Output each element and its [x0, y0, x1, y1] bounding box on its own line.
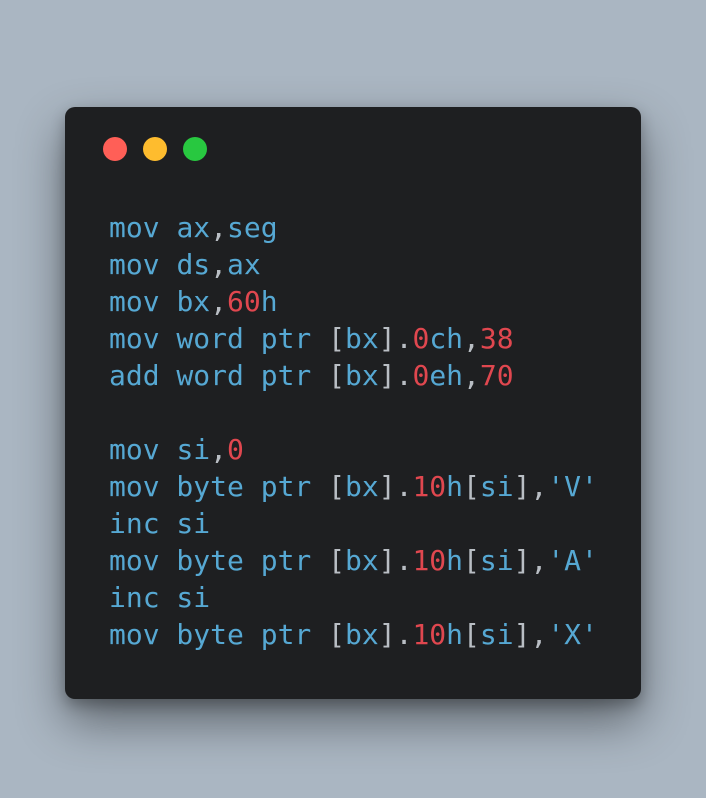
code-token: 0 — [227, 433, 244, 466]
code-token: add word ptr — [109, 359, 329, 392]
code-line: mov byte ptr [bx].10h[si],'A' — [109, 542, 598, 579]
code-token: 'X' — [547, 618, 598, 651]
code-token: seg — [227, 211, 278, 244]
code-token: mov — [109, 211, 177, 244]
code-token: 60 — [227, 285, 261, 318]
code-token: mov byte ptr — [109, 544, 329, 577]
code-token: , — [210, 211, 228, 244]
code-token: ]. — [378, 618, 413, 651]
code-token: 38 — [479, 322, 514, 355]
code-token: ], — [513, 470, 548, 503]
code-token: ]. — [378, 322, 413, 355]
code-token: , — [210, 285, 228, 318]
code-token: inc si — [109, 581, 211, 614]
code-token: 'A' — [547, 544, 598, 577]
code-token: ch — [429, 322, 464, 355]
code-token: 10 — [412, 470, 447, 503]
code-token: si — [479, 544, 514, 577]
code-token: 0 — [412, 359, 430, 392]
code-token: mov word ptr — [109, 322, 329, 355]
close-dot-icon[interactable] — [103, 137, 127, 161]
code-token: , — [463, 359, 480, 392]
code-token: ]. — [378, 470, 413, 503]
code-token: bx — [345, 470, 379, 503]
code-token: ax — [227, 248, 261, 281]
code-line: mov bx,60h — [109, 283, 598, 320]
code-token: [ — [328, 322, 346, 355]
code-token: bx — [345, 322, 379, 355]
code-token: mov — [109, 248, 177, 281]
code-block: mov ax,seg mov ds,ax mov bx,60h mov word pt… — [109, 209, 598, 653]
code-token: si — [479, 470, 514, 503]
code-line: mov word ptr [bx].0ch,38 — [109, 320, 598, 357]
code-token: 70 — [479, 359, 514, 392]
code-token: mov byte ptr — [109, 618, 329, 651]
code-token: 10 — [412, 618, 447, 651]
code-line: inc si — [109, 579, 598, 616]
code-token: mov byte ptr — [109, 470, 329, 503]
code-token: h — [260, 285, 278, 318]
code-line: add word ptr [bx].0eh,70 — [109, 357, 598, 394]
code-token: ]. — [378, 544, 413, 577]
code-token: ]. — [378, 359, 413, 392]
code-token: inc si — [109, 507, 211, 540]
code-token: bx — [345, 618, 379, 651]
code-line: mov byte ptr [bx].10h[si],'X' — [109, 616, 598, 653]
code-token: [ — [463, 544, 480, 577]
code-token: [ — [328, 470, 346, 503]
code-token: 'V' — [547, 470, 598, 503]
code-token: , — [463, 322, 480, 355]
code-token: ds — [176, 248, 211, 281]
maximize-dot-icon[interactable] — [183, 137, 207, 161]
code-token: 10 — [412, 544, 447, 577]
code-token: h — [446, 618, 464, 651]
code-token: ], — [513, 618, 548, 651]
code-token: [ — [328, 359, 346, 392]
code-token: mov — [109, 285, 177, 318]
code-token: mov — [109, 433, 177, 466]
code-token: ], — [513, 544, 548, 577]
code-token: bx — [176, 285, 211, 318]
code-window: mov ax,seg mov ds,ax mov bx,60h mov word pt… — [65, 107, 641, 699]
code-line: mov byte ptr [bx].10h[si],'V' — [109, 468, 598, 505]
code-token: [ — [463, 470, 480, 503]
code-token: bx — [345, 544, 379, 577]
code-line: mov ds,ax — [109, 246, 598, 283]
code-line: inc si — [109, 505, 598, 542]
code-token: [ — [463, 618, 480, 651]
code-token: bx — [345, 359, 379, 392]
minimize-dot-icon[interactable] — [143, 137, 167, 161]
code-token: h — [446, 470, 464, 503]
code-line: mov si,0 — [109, 431, 598, 468]
code-token: 0 — [412, 322, 430, 355]
code-token: h — [446, 544, 464, 577]
code-token: , — [210, 433, 228, 466]
code-token: si — [176, 433, 211, 466]
code-token: eh — [429, 359, 464, 392]
code-token: [ — [328, 544, 346, 577]
code-token: , — [210, 248, 228, 281]
code-line: mov ax,seg — [109, 209, 598, 246]
code-token: [ — [328, 618, 346, 651]
code-token: ax — [176, 211, 211, 244]
code-token: si — [479, 618, 514, 651]
